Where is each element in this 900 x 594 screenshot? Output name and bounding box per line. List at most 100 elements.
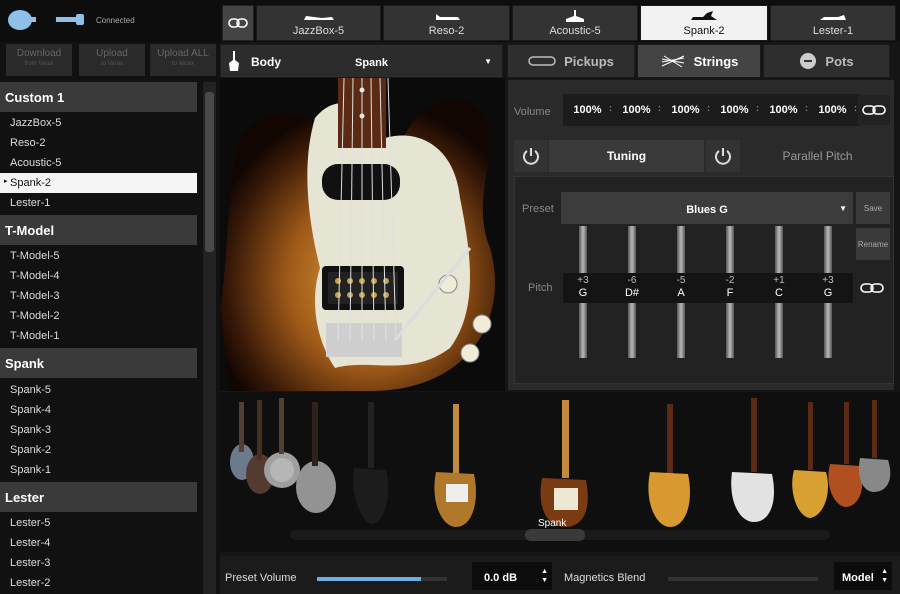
model-select[interactable]: Model ▲ ▼ [834,562,892,590]
guitar-gallery-image [230,398,891,527]
list-item[interactable]: Lester-1 [0,193,197,213]
tab-label: JazzBox-5 [292,25,345,37]
list-item-label: Spank-2 [10,177,51,189]
pitch-note: A [677,287,685,299]
reso-icon [435,14,460,20]
download-label: Download [16,48,62,59]
top-tab-1[interactable]: JazzBox-5 [256,5,381,41]
list-item[interactable]: T-Model-4 [0,266,197,286]
upload-all-label: Upload ALL [157,48,209,59]
list-item[interactable]: T-Model-5 [0,246,197,266]
tab-tuning[interactable]: Tuning [549,140,704,172]
upload-all-sublabel: to Varax [172,61,194,67]
tab-pots[interactable]: Pots [763,44,890,78]
list-item[interactable]: Lester-3 [0,553,197,573]
top-tab-4[interactable]: Spank-2 [640,5,768,41]
list-item[interactable]: Lester-4 [0,533,197,553]
string-volume-6[interactable]: 100% [808,103,857,116]
rename-button[interactable]: Rename [856,228,890,260]
preset-volume-label: Preset Volume [225,572,297,584]
power-icon [523,148,539,165]
upload-button[interactable]: Upload to Varax [79,44,145,76]
group-header[interactable]: Custom 1 [0,82,197,112]
list-item[interactable]: Spank-5 [0,380,197,400]
list-item[interactable]: Spank-4 [0,400,197,420]
acoustic-icon [566,10,584,22]
tab-parallel-pitch[interactable]: Parallel Pitch [741,140,894,172]
list-item[interactable]: Spank-1 [0,460,197,480]
pitch-link-button[interactable] [856,273,888,303]
pitch-string-6[interactable]: +3 G [808,275,848,299]
db-readout[interactable]: 0.0 dB ▲ ▼ [472,562,552,590]
preset-label: Preset [522,203,554,215]
jazzbox-icon [303,16,334,20]
scrollbar-thumb[interactable] [205,92,214,252]
top-tab-3[interactable]: Acoustic-5 [512,5,638,41]
pitch-note: D# [624,287,640,299]
list-item[interactable]: JazzBox-5 [0,113,197,133]
carousel-thumb[interactable] [525,529,585,541]
string-volume-5[interactable]: 100% [759,103,808,116]
pitch-string-3[interactable]: -5 A [661,275,701,299]
list-item[interactable]: Spank-3 [0,420,197,440]
model-value: Model [842,572,874,584]
guitar-body-image [220,78,505,391]
selected-guitar-caption: Spank [538,518,567,529]
tab-pickups[interactable]: Pickups [507,44,635,78]
connection-status: Connected [96,16,135,25]
pitch-string-2[interactable]: -6 D# [612,275,652,299]
body-select[interactable]: Body Spank ▼ [220,44,503,78]
lester-icon [820,15,846,20]
list-item[interactable]: Lester-2 [0,573,197,593]
string-volume-3[interactable]: 100% [661,103,710,116]
guitar-logo-icon [8,10,84,30]
download-button[interactable]: Download from Varax [6,44,72,76]
save-button[interactable]: Save [856,192,890,224]
pitch-string-4[interactable]: -2 F [710,275,750,299]
volume-label: Volume [514,106,551,118]
pitch-offset: +3 [577,275,589,286]
body-value: Spank [355,57,389,69]
pitch-note: F [726,287,734,299]
upload-all-button[interactable]: Upload ALL to Varax [150,44,216,76]
spank-icon [691,11,717,20]
group-header[interactable]: Lester [0,482,197,512]
string-volume-4[interactable]: 100% [710,103,759,116]
list-item[interactable]: Lester-5 [0,513,197,533]
tab-label: Lester-1 [812,25,854,37]
pitch-label: Pitch [528,282,553,294]
list-item[interactable]: Acoustic-5 [0,153,197,173]
pitch-note: G [578,287,588,299]
string-volume-2[interactable]: 100% [612,103,661,116]
guitar-selector-carousel[interactable]: Spank [220,392,900,552]
tuning-power-button[interactable] [514,140,548,172]
link-toggle-button[interactable] [222,5,254,41]
pitch-string-5[interactable]: +1 C [759,275,799,299]
list-item[interactable]: T-Model-2 [0,306,197,326]
pitch-offset: -2 [725,275,735,286]
list-item[interactable]: Spank-2 [0,440,197,460]
list-item[interactable]: Reso-2 [0,133,197,153]
magnetics-blend-slider[interactable] [668,577,818,581]
top-tab-2[interactable]: Reso-2 [383,5,510,41]
spinner-arrows-icon: ▲ ▼ [541,568,548,584]
string-volume-1[interactable]: 100% [563,103,612,116]
list-item[interactable]: T-Model-3 [0,286,197,306]
pitch-string-1[interactable]: +3 G [563,275,603,299]
list-item[interactable]: T-Model-1 [0,326,197,346]
volume-link-button[interactable] [858,95,890,125]
list-item-selected[interactable]: ▸ Spank-2 [0,173,197,193]
group-header[interactable]: Spank [0,348,197,378]
tab-strings[interactable]: Strings [637,44,761,78]
top-tab-5[interactable]: Lester-1 [770,5,896,41]
group-header[interactable]: T-Model [0,215,197,245]
parallel-power-button[interactable] [706,140,740,172]
spinner-arrows-icon: ▲ ▼ [881,568,888,584]
preset-volume-slider[interactable] [317,577,447,581]
stratocaster-image [220,78,495,391]
chain-icon [862,105,886,115]
list-scrollbar[interactable] [203,82,216,594]
tuning-preset-select[interactable]: Blues G ▼ [561,192,853,224]
footer-bar: Preset Volume 0.0 dB ▲ ▼ Magnetics Blend M… [220,556,900,594]
tab-label: Spank-2 [683,25,725,37]
